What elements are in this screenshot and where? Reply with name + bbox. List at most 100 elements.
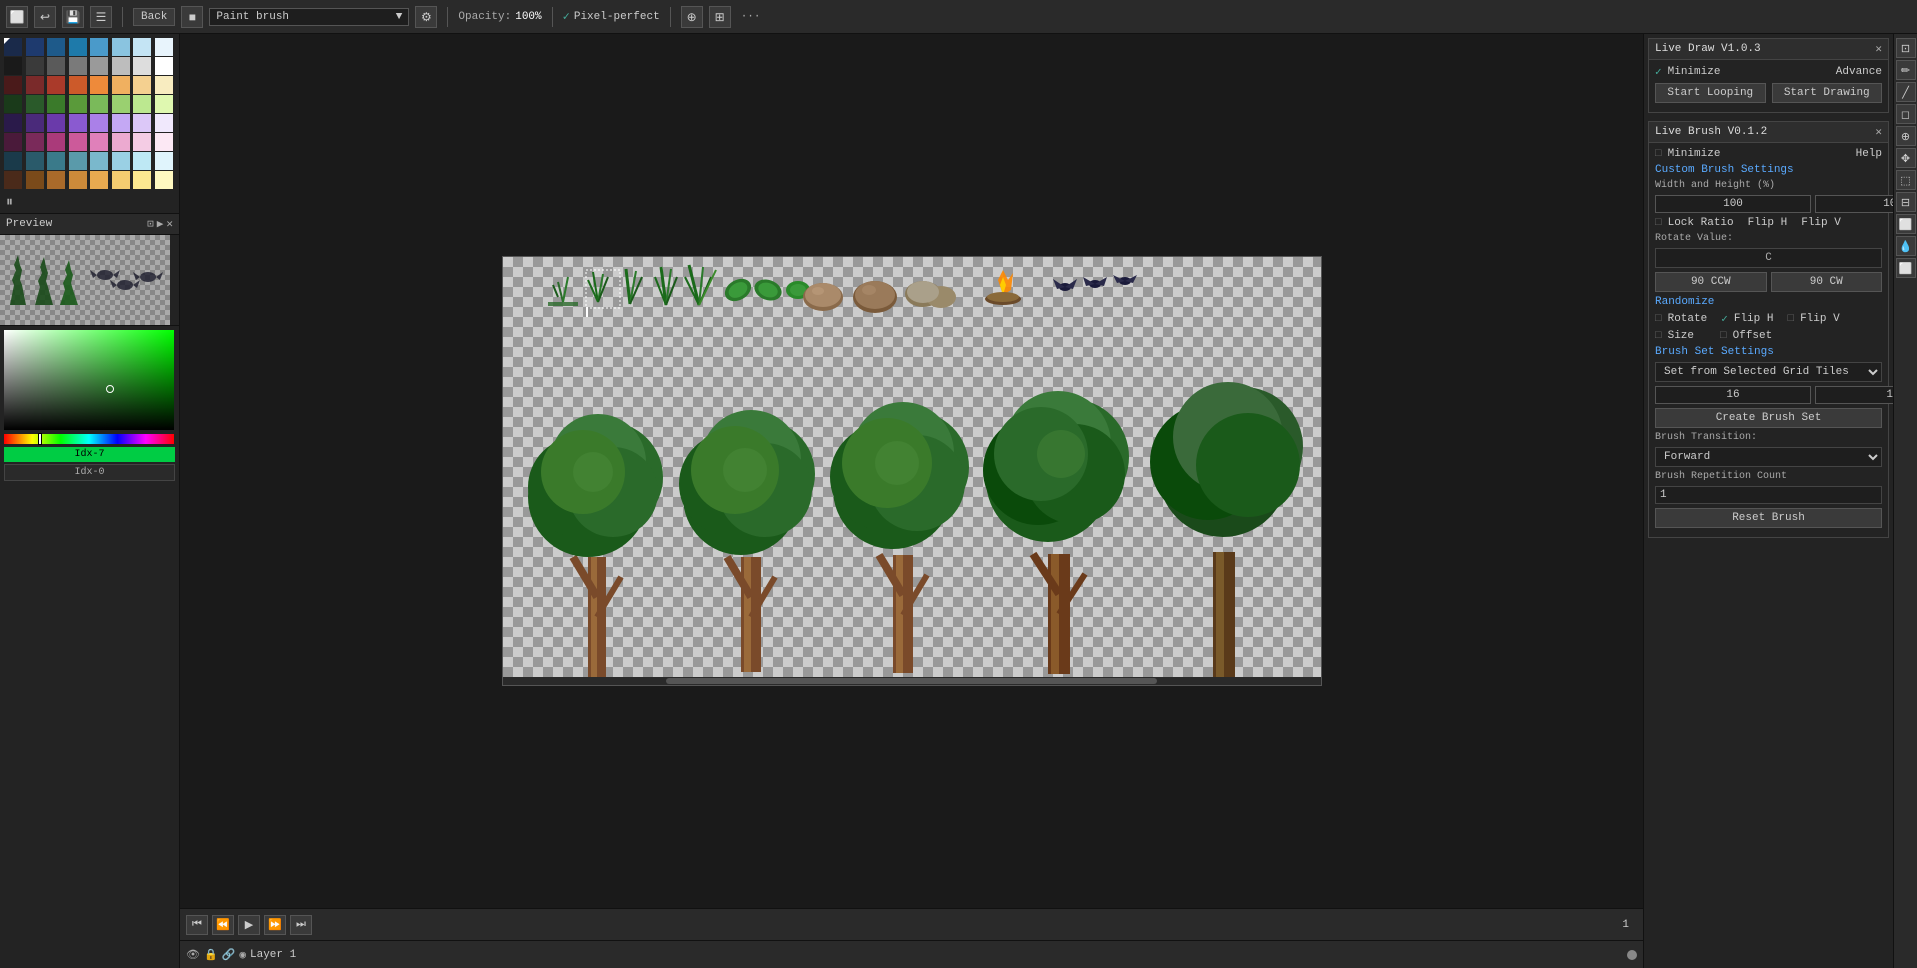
tool-fill-button[interactable]: ⊟ bbox=[1896, 192, 1916, 212]
brush-name-bar[interactable]: Paint brush ▼ bbox=[209, 8, 409, 26]
color-swatch-31[interactable] bbox=[155, 95, 173, 113]
timeline-first-button[interactable]: ⏮ bbox=[186, 915, 208, 935]
symmetry-button[interactable]: ⊕ bbox=[681, 6, 703, 28]
reset-brush-button[interactable]: Reset Brush bbox=[1655, 508, 1882, 528]
color-swatch-29[interactable] bbox=[112, 95, 130, 113]
color-swatch-20[interactable] bbox=[90, 76, 108, 94]
rand-offset-checkbox[interactable]: □ bbox=[1720, 330, 1727, 342]
color-swatch-28[interactable] bbox=[90, 95, 108, 113]
color-swatch-19[interactable] bbox=[69, 76, 87, 94]
lock-ratio-checkbox[interactable]: □ bbox=[1655, 217, 1662, 229]
menu-button[interactable]: ☰ bbox=[90, 6, 112, 28]
brush-repetition-input[interactable] bbox=[1655, 486, 1882, 504]
hue-bar[interactable] bbox=[4, 434, 174, 444]
color-swatch-25[interactable] bbox=[26, 95, 44, 113]
color-swatch-7[interactable] bbox=[155, 38, 173, 56]
color-swatch-8[interactable] bbox=[4, 57, 22, 75]
brush-settings-button[interactable]: ⚙ bbox=[415, 6, 437, 28]
pixel-perfect-checkbox[interactable]: ✓ bbox=[563, 9, 570, 24]
color-swatch-51[interactable] bbox=[69, 152, 87, 170]
timeline-next-button[interactable]: ⏩ bbox=[264, 915, 286, 935]
color-swatch-18[interactable] bbox=[47, 76, 65, 94]
rand-flip-h-checkbox[interactable]: ✓ bbox=[1721, 312, 1728, 326]
color-swatch-10[interactable] bbox=[47, 57, 65, 75]
color-swatch-3[interactable] bbox=[69, 38, 87, 56]
preview-expand-icon[interactable]: ⊡ bbox=[147, 217, 154, 231]
color-swatch-32[interactable] bbox=[4, 114, 22, 132]
color-swatch-41[interactable] bbox=[26, 133, 44, 151]
tool-brush2-button[interactable]: ⬜ bbox=[1896, 258, 1916, 278]
color-swatch-24[interactable] bbox=[4, 95, 22, 113]
color-dot[interactable] bbox=[106, 385, 114, 393]
width-input[interactable] bbox=[1655, 195, 1811, 213]
color-swatch-4[interactable] bbox=[90, 38, 108, 56]
color-swatch-54[interactable] bbox=[133, 152, 151, 170]
color-swatch-16[interactable] bbox=[4, 76, 22, 94]
color-swatch-5[interactable] bbox=[112, 38, 130, 56]
create-brush-set-button[interactable]: Create Brush Set bbox=[1655, 408, 1882, 428]
tool-paint-button[interactable]: ⬜ bbox=[1896, 214, 1916, 234]
layer-link-icon[interactable]: 🔗 bbox=[222, 948, 236, 962]
flip-h-label[interactable]: Flip H bbox=[1748, 217, 1788, 229]
brush-transition-dropdown[interactable]: Forward bbox=[1655, 447, 1882, 467]
canvas-viewport[interactable] bbox=[180, 34, 1643, 908]
color-swatch-12[interactable] bbox=[90, 57, 108, 75]
tool-select-button[interactable]: ⬚ bbox=[1896, 170, 1916, 190]
color-swatch-27[interactable] bbox=[69, 95, 87, 113]
tool-line-button[interactable]: ╱ bbox=[1896, 82, 1916, 102]
color-swatch-1[interactable] bbox=[26, 38, 44, 56]
color-swatch-56[interactable] bbox=[4, 171, 22, 189]
color-swatch-43[interactable] bbox=[69, 133, 87, 151]
tool-eraser-button[interactable]: ◻ bbox=[1896, 104, 1916, 124]
color-swatch-55[interactable] bbox=[155, 152, 173, 170]
flip-v-label[interactable]: Flip V bbox=[1801, 217, 1841, 229]
grid-width-input[interactable] bbox=[1655, 386, 1811, 404]
color-idx-bar-0[interactable]: Idx-0 bbox=[4, 464, 175, 481]
canvas-scrollbar[interactable] bbox=[503, 677, 1321, 685]
color-swatch-40[interactable] bbox=[4, 133, 22, 151]
set-from-selected-dropdown[interactable]: Set from Selected Grid Tiles bbox=[1655, 362, 1882, 382]
rotate-ccw-button[interactable]: 90 CCW bbox=[1655, 272, 1767, 292]
brush-minimize-checkbox[interactable]: □ bbox=[1655, 148, 1662, 160]
grid-height-input[interactable] bbox=[1815, 386, 1893, 404]
color-swatch-6[interactable] bbox=[133, 38, 151, 56]
color-swatch-22[interactable] bbox=[133, 76, 151, 94]
color-swatch-23[interactable] bbox=[155, 76, 173, 94]
tool-zoom-button[interactable]: ⊕ bbox=[1896, 126, 1916, 146]
color-swatch-52[interactable] bbox=[90, 152, 108, 170]
sprite-canvas[interactable] bbox=[502, 256, 1322, 686]
color-swatch-30[interactable] bbox=[133, 95, 151, 113]
brush-dropdown-icon[interactable]: ▼ bbox=[396, 11, 403, 23]
color-swatch-62[interactable] bbox=[133, 171, 151, 189]
color-swatch-44[interactable] bbox=[90, 133, 108, 151]
color-swatch-9[interactable] bbox=[26, 57, 44, 75]
color-swatch-63[interactable] bbox=[155, 171, 173, 189]
tool-expand-button[interactable]: ⊡ bbox=[1896, 38, 1916, 58]
live-draw-advance-label[interactable]: Advance bbox=[1836, 66, 1882, 78]
rotate-value-bar[interactable]: C bbox=[1655, 248, 1882, 268]
color-swatch-42[interactable] bbox=[47, 133, 65, 151]
color-gradient[interactable] bbox=[4, 330, 174, 430]
back-button[interactable]: Back bbox=[133, 8, 175, 26]
color-swatch-15[interactable] bbox=[155, 57, 173, 75]
color-swatch-38[interactable] bbox=[133, 114, 151, 132]
brush-mode-button[interactable]: ■ bbox=[181, 6, 203, 28]
color-swatch-59[interactable] bbox=[69, 171, 87, 189]
live-draw-close[interactable]: ✕ bbox=[1875, 42, 1882, 56]
tool-eyedrop-button[interactable]: 💧 bbox=[1896, 236, 1916, 256]
color-swatch-14[interactable] bbox=[133, 57, 151, 75]
grid-button[interactable]: ⊞ bbox=[709, 6, 731, 28]
brush-help-label[interactable]: Help bbox=[1856, 148, 1882, 160]
color-swatch-58[interactable] bbox=[47, 171, 65, 189]
live-draw-minimize-checkbox[interactable]: ✓ bbox=[1655, 65, 1662, 79]
new-file-button[interactable]: ⬜ bbox=[6, 6, 28, 28]
color-idx-bar-7[interactable]: Idx-7 bbox=[4, 447, 175, 462]
color-swatch-21[interactable] bbox=[112, 76, 130, 94]
color-swatch-0[interactable] bbox=[4, 38, 22, 56]
color-swatch-37[interactable] bbox=[112, 114, 130, 132]
start-looping-button[interactable]: Start Looping bbox=[1655, 83, 1766, 103]
timeline-prev-button[interactable]: ⏪ bbox=[212, 915, 234, 935]
layer-solo-icon[interactable]: ◉ bbox=[239, 948, 246, 962]
color-swatch-2[interactable] bbox=[47, 38, 65, 56]
color-swatch-13[interactable] bbox=[112, 57, 130, 75]
